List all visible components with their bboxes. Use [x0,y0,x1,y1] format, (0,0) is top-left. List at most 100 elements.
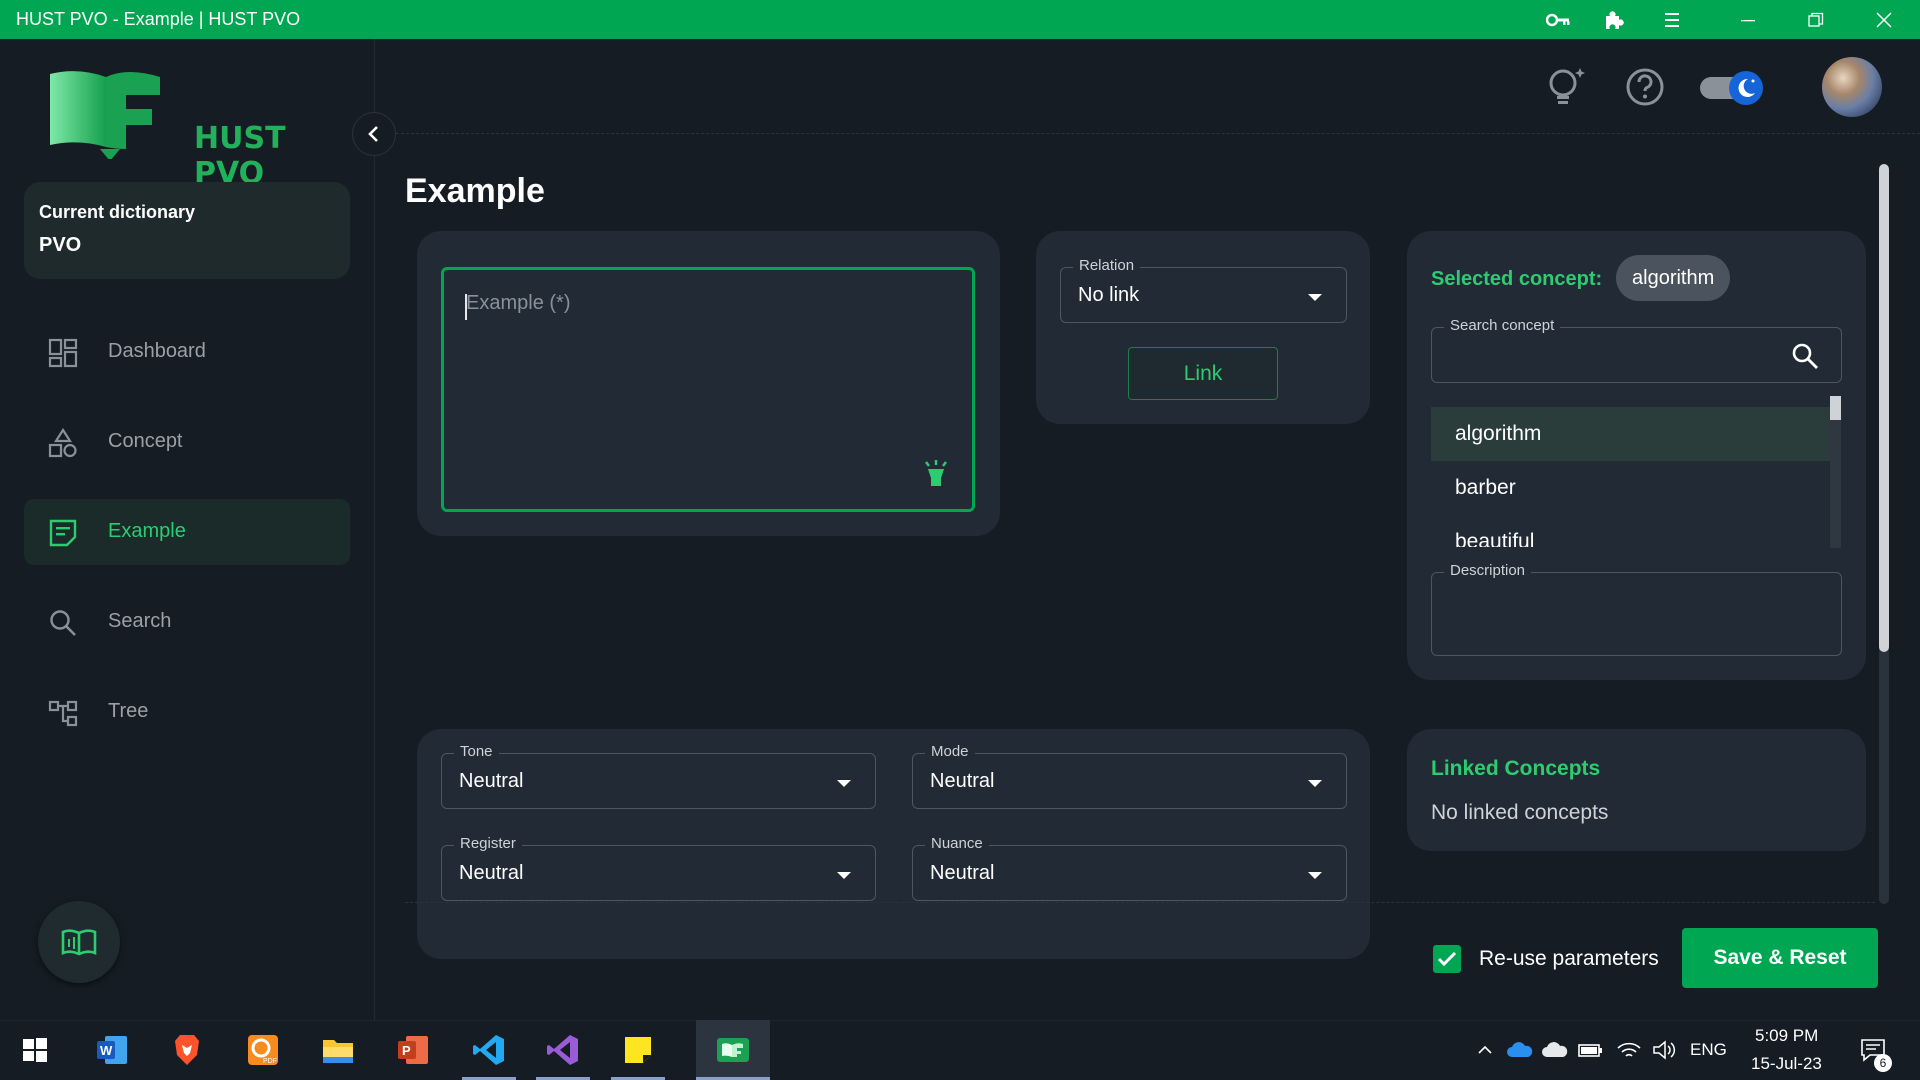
description-field[interactable]: Description [1431,562,1842,656]
hust-pvo-app-icon[interactable] [696,1020,770,1080]
nuance-label: Nuance [925,835,989,852]
window-titlebar: HUST PVO - Example | HUST PVO [0,0,1920,39]
list-item[interactable]: barber [1431,461,1831,515]
help-icon[interactable] [1624,66,1666,108]
relation-select[interactable]: Relation No link [1060,257,1347,323]
wifi-icon[interactable] [1612,1020,1646,1080]
sidebar-item-label: Concept [108,430,183,452]
example-placeholder: Example (*) [466,292,571,314]
menu-icon[interactable] [1654,0,1690,39]
checkbox-checked-icon [1433,945,1461,973]
concept-list: algorithm barber beautiful [1431,407,1841,547]
notification-icon[interactable]: 6 [1854,1020,1894,1080]
relation-value: No link [1078,284,1140,306]
current-dictionary-card[interactable]: Current dictionary PVO [24,182,350,279]
linked-concepts-title: Linked Concepts [1431,757,1601,780]
restore-icon[interactable] [1796,0,1836,39]
word-app-icon[interactable]: W [83,1020,141,1080]
visual-studio-app-icon[interactable] [534,1020,592,1080]
reuse-parameters-checkbox[interactable]: Re-use parameters [1433,945,1659,973]
vscode-app-icon[interactable] [460,1020,518,1080]
sidebar-item-label: Search [108,610,172,632]
nuance-value: Neutral [930,862,995,884]
dropdown-arrow-icon [837,872,851,879]
link-button[interactable]: Link [1128,347,1278,400]
onedrive-icon[interactable] [1503,1020,1537,1080]
pdf-app-icon[interactable]: PDF [234,1020,292,1080]
dropdown-arrow-icon [1308,872,1322,879]
relation-label: Relation [1073,257,1141,274]
list-item-label: barber [1455,476,1516,499]
chevron-up-icon[interactable] [1470,1020,1500,1080]
tone-value: Neutral [459,770,524,792]
sidebar-item-tree[interactable]: Tree [24,679,350,745]
list-item-label: algorithm [1455,422,1542,445]
extensions-icon[interactable] [1596,0,1632,39]
logo-text: HUST PVO [194,121,286,191]
mode-select[interactable]: Mode Neutral [912,743,1347,809]
search-concept-field[interactable]: Search concept [1431,317,1842,383]
header-divider [376,133,1920,134]
battery-icon[interactable] [1574,1020,1608,1080]
main-scrollbar-thumb[interactable] [1879,164,1889,652]
lightbulb-icon[interactable] [1544,64,1590,110]
search-concept-label: Search concept [1444,317,1561,334]
close-icon[interactable] [1864,0,1904,39]
app-logo: HUST PVO [48,69,348,191]
linked-concepts-empty: No linked concepts [1431,801,1609,824]
sidebar-item-search[interactable]: Search [24,589,350,655]
sidebar: HUST PVO Current dictionary PVO Dashboar… [0,39,375,1020]
sidebar-item-label: Tree [108,700,149,722]
dropdown-arrow-icon [837,780,851,787]
register-select[interactable]: Register Neutral [441,835,876,901]
chevron-left-icon [368,126,378,142]
sidebar-item-example[interactable]: Example [24,499,350,565]
example-input[interactable]: Example (*) [441,267,975,512]
avatar[interactable] [1822,57,1882,117]
clock-date[interactable]: 15-Jul-23 [1751,1054,1822,1074]
register-value: Neutral [459,862,524,884]
sidebar-item-dashboard[interactable]: Dashboard [24,319,350,385]
tree-icon [48,700,78,727]
shapes-icon [48,428,77,458]
search-icon[interactable] [1791,342,1819,370]
reuse-parameters-label: Re-use parameters [1479,947,1659,970]
notification-count-badge: 6 [1874,1054,1892,1072]
cloud-icon[interactable] [1538,1020,1572,1080]
clock-time[interactable]: 5:09 PM [1755,1026,1818,1046]
list-item[interactable]: beautiful [1431,515,1831,547]
svg-text:PDF: PDF [263,1058,277,1065]
dictionary-book-button[interactable] [38,901,120,983]
save-reset-button[interactable]: Save & Reset [1682,928,1878,988]
description-label: Description [1444,562,1532,579]
selected-concept-label: Selected concept: [1431,268,1603,290]
book-icon [61,929,97,956]
register-label: Register [454,835,522,852]
powerpoint-app-icon[interactable]: P [384,1020,442,1080]
key-icon[interactable] [1540,0,1576,39]
svg-text:P: P [402,1043,411,1058]
windows-start-icon[interactable] [6,1020,64,1080]
theme-toggle[interactable] [1698,71,1766,105]
nuance-select[interactable]: Nuance Neutral [912,835,1347,901]
page-title: Example [405,172,545,210]
selected-concept-chip[interactable]: algorithm [1616,255,1731,301]
file-explorer-icon[interactable] [309,1020,367,1080]
list-item[interactable]: algorithm [1431,407,1831,461]
search-icon [50,610,76,636]
dropdown-arrow-icon [1308,780,1322,787]
volume-icon[interactable] [1647,1020,1681,1080]
window-title: HUST PVO - Example | HUST PVO [16,9,301,29]
collapse-sidebar-button[interactable] [352,112,396,156]
mode-label: Mode [925,743,975,760]
tone-select[interactable]: Tone Neutral [441,743,876,809]
language-indicator[interactable]: ENG [1690,1040,1727,1060]
sidebar-item-concept[interactable]: Concept [24,409,350,475]
concept-list-scroll-thumb[interactable] [1830,396,1841,420]
sticky-notes-app-icon[interactable] [609,1020,667,1080]
lightbulb-suggest-icon[interactable] [922,459,950,489]
brave-browser-icon[interactable] [158,1020,216,1080]
list-item-label: beautiful [1455,530,1535,547]
footer-divider [405,902,1875,903]
minimize-icon[interactable] [1728,0,1768,39]
